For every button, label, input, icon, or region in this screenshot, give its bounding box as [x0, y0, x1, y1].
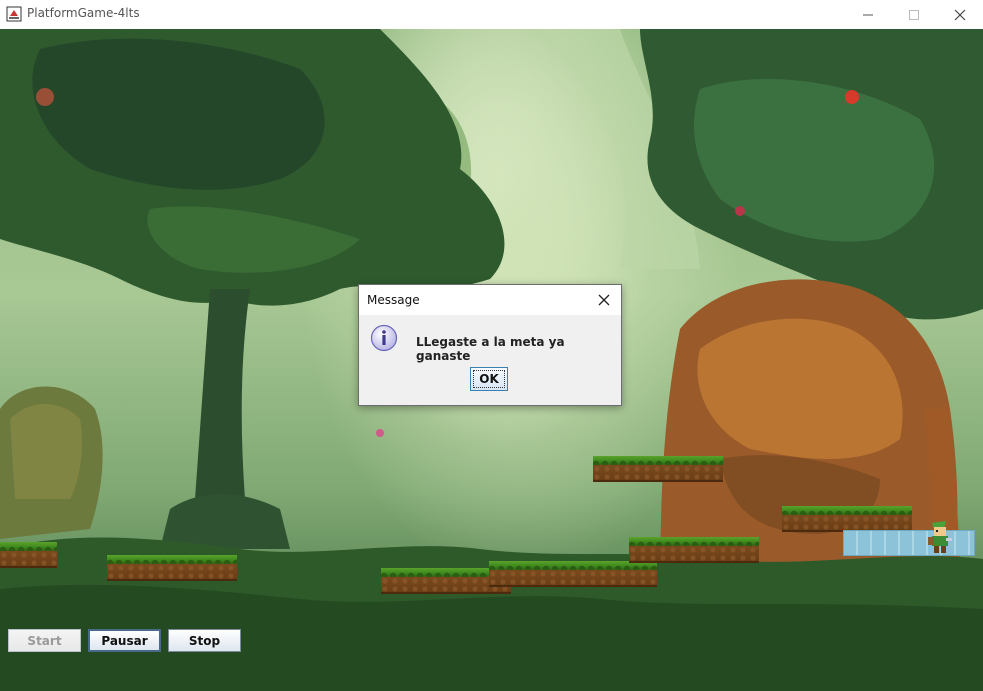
platform	[629, 537, 759, 563]
dialog-title: Message	[367, 293, 420, 307]
maximize-button[interactable]	[891, 0, 937, 29]
stop-button[interactable]: Stop	[168, 629, 241, 652]
platform	[593, 456, 723, 482]
platform	[489, 561, 657, 587]
pause-button[interactable]: Pausar	[88, 629, 161, 652]
platform	[782, 506, 912, 532]
window-titlebar: PlatformGame-4lts	[0, 0, 983, 30]
java-cup-icon	[6, 6, 22, 22]
start-button[interactable]: Start	[8, 629, 81, 652]
window-title: PlatformGame-4lts	[27, 6, 140, 20]
message-dialog: Message LLegaste a la meta ya ganaste OK	[358, 284, 622, 406]
platform	[0, 542, 57, 568]
goal-block	[843, 530, 975, 556]
maximize-icon	[909, 9, 919, 20]
player-character	[928, 521, 952, 553]
platform	[107, 555, 237, 581]
dialog-close-button[interactable]	[595, 291, 613, 309]
dialog-titlebar: Message	[359, 285, 621, 315]
ok-button[interactable]: OK	[470, 367, 508, 391]
close-icon	[954, 9, 966, 20]
dialog-message: LLegaste a la meta ya ganaste	[416, 335, 565, 363]
close-icon	[598, 294, 610, 306]
minimize-icon	[863, 14, 873, 15]
info-icon	[370, 324, 398, 352]
close-window-button[interactable]	[937, 0, 983, 29]
minimize-button[interactable]	[845, 0, 891, 29]
